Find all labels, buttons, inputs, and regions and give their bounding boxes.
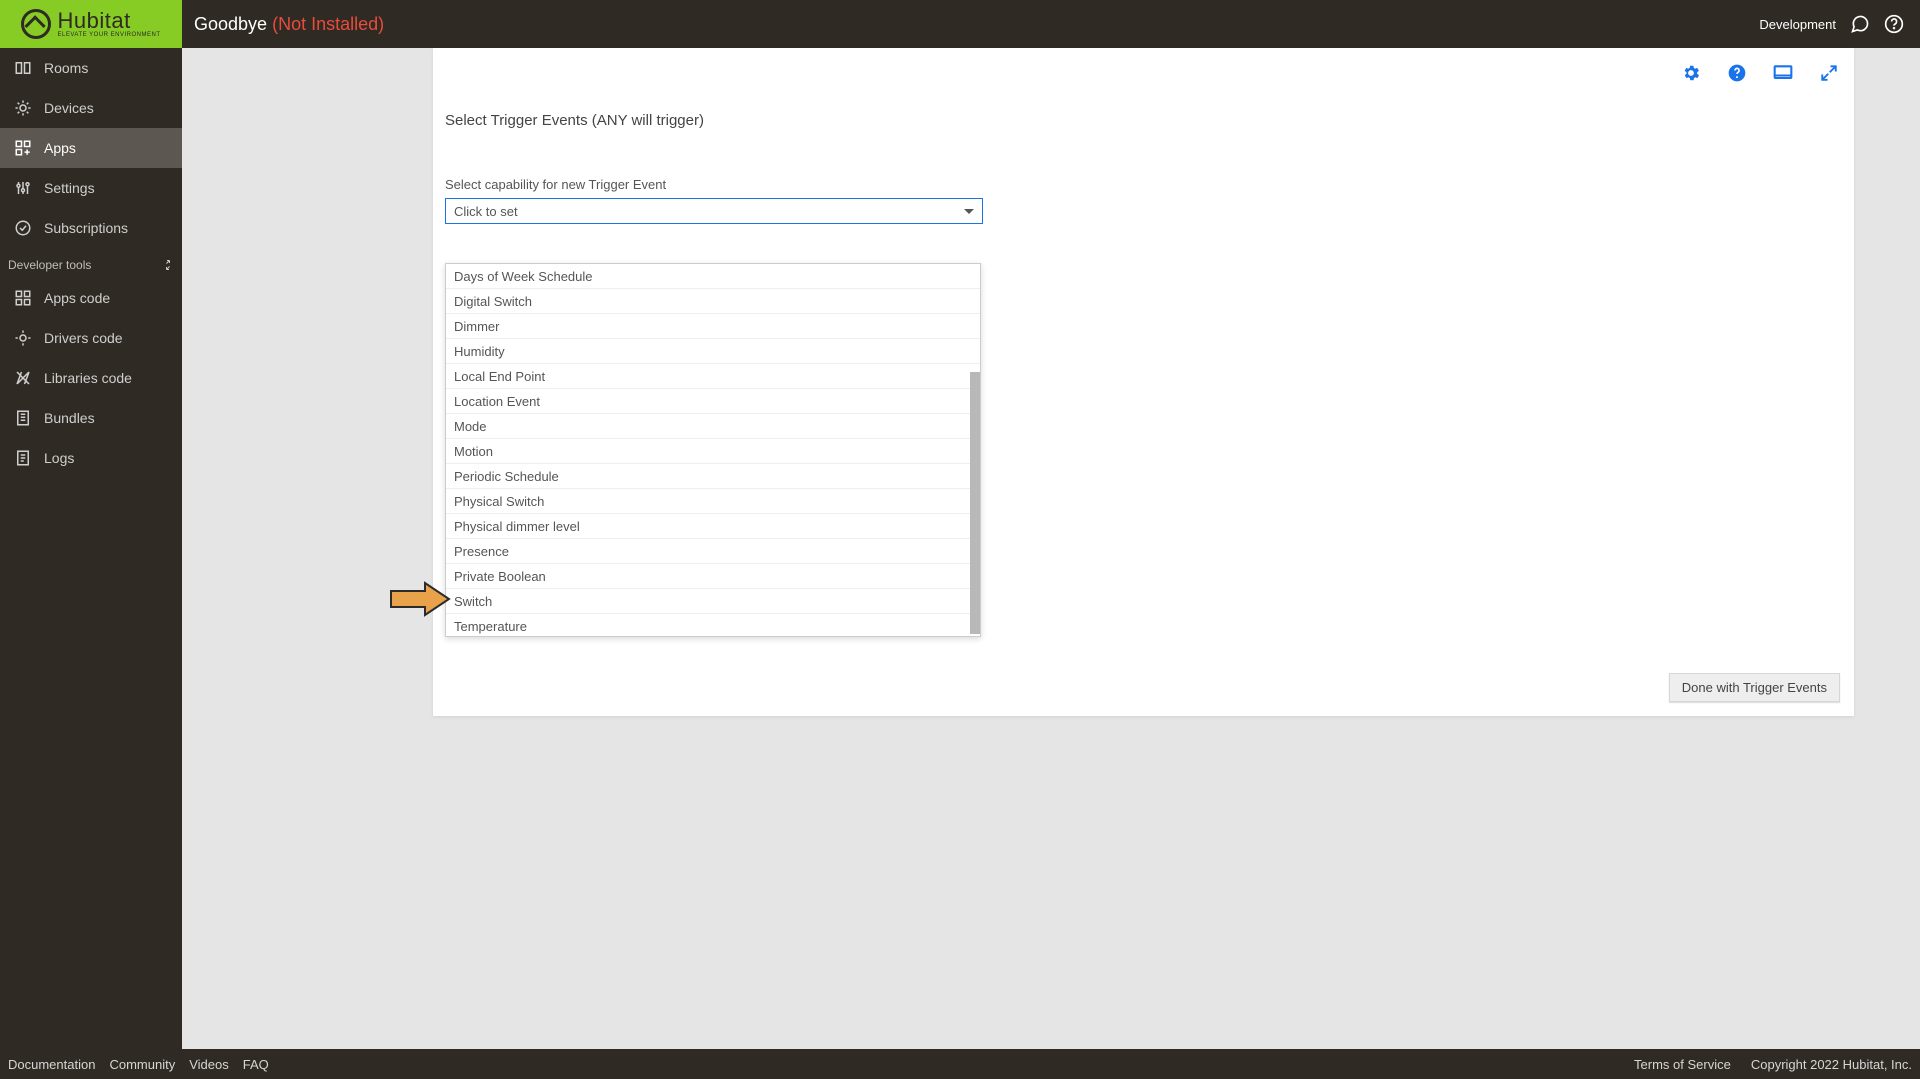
sidebar-item-label: Subscriptions: [44, 220, 128, 236]
dropdown-option[interactable]: Presence: [446, 539, 980, 564]
install-status: (Not Installed): [272, 14, 384, 34]
dropdown-option[interactable]: Switch: [446, 589, 980, 614]
sidebar-item-label: Drivers code: [44, 330, 123, 346]
dropdown-option[interactable]: Temperature: [446, 614, 980, 637]
devices-icon: [14, 99, 32, 117]
section-title: Select Trigger Events (ANY will trigger): [433, 48, 1854, 129]
footer-link[interactable]: FAQ: [243, 1057, 269, 1072]
footer-link[interactable]: Community: [109, 1057, 175, 1072]
footer-link[interactable]: Documentation: [8, 1057, 95, 1072]
sidebar-item-subscriptions[interactable]: Subscriptions: [0, 208, 182, 248]
dropdown-option[interactable]: Location Event: [446, 389, 980, 414]
sidebar-item-libraries-code[interactable]: Libraries code: [0, 358, 182, 398]
page-title: Goodbye (Not Installed): [194, 14, 384, 35]
apps-icon: [14, 139, 32, 157]
sidebar-item-label: Bundles: [44, 410, 95, 426]
sidebar-item-label: Libraries code: [44, 370, 132, 386]
dropdown-option[interactable]: Motion: [446, 439, 980, 464]
dropdown-option[interactable]: Periodic Schedule: [446, 464, 980, 489]
sidebar-item-label: Apps: [44, 140, 76, 156]
dropdown-option[interactable]: Physical Switch: [446, 489, 980, 514]
libraries-code-icon: [14, 369, 32, 387]
scrollbar-thumb[interactable]: [970, 372, 980, 634]
chat-icon[interactable]: [1850, 14, 1870, 34]
dropdown-option[interactable]: Private Boolean: [446, 564, 980, 589]
footer-copyright: Copyright 2022 Hubitat, Inc.: [1751, 1057, 1912, 1072]
main-content: Select Trigger Events (ANY will trigger)…: [182, 48, 1920, 1049]
annotation-arrow: [389, 581, 451, 617]
brand-logo[interactable]: Hubitat ELEVATE YOUR ENVIRONMENT: [0, 0, 182, 48]
gear-icon[interactable]: [1680, 62, 1702, 84]
dropdown-option[interactable]: Humidity: [446, 339, 980, 364]
dropdown-option[interactable]: Dimmer: [446, 314, 980, 339]
brand-name: Hubitat: [57, 10, 160, 32]
drivers-code-icon: [14, 329, 32, 347]
subscriptions-icon: [14, 219, 32, 237]
settings-icon: [14, 179, 32, 197]
hubitat-logo-icon: [21, 9, 51, 39]
expand-icon[interactable]: [1818, 62, 1840, 84]
capability-dropdown: Days of Week ScheduleDigital SwitchDimme…: [445, 263, 981, 637]
sidebar-item-label: Logs: [44, 450, 74, 466]
collapse-icon: [162, 259, 174, 271]
footer-link[interactable]: Videos: [189, 1057, 229, 1072]
sidebar-item-drivers-code[interactable]: Drivers code: [0, 318, 182, 358]
select-placeholder: Click to set: [454, 204, 518, 219]
help-icon[interactable]: [1884, 14, 1904, 34]
dropdown-option[interactable]: Mode: [446, 414, 980, 439]
dropdown-option[interactable]: Physical dimmer level: [446, 514, 980, 539]
sidebar: Rooms Devices Apps Settings Subscription…: [0, 48, 182, 1049]
topbar: Hubitat ELEVATE YOUR ENVIRONMENT Goodbye…: [0, 0, 1920, 48]
sidebar-item-label: Apps code: [44, 290, 110, 306]
dropdown-option[interactable]: Digital Switch: [446, 289, 980, 314]
rooms-icon: [14, 59, 32, 77]
sidebar-item-rooms[interactable]: Rooms: [0, 48, 182, 88]
dropdown-option[interactable]: Local End Point: [446, 364, 980, 389]
logs-icon: [14, 449, 32, 467]
field-label: Select capability for new Trigger Event: [433, 129, 1854, 198]
bundles-icon: [14, 409, 32, 427]
sidebar-item-bundles[interactable]: Bundles: [0, 398, 182, 438]
caret-down-icon: [964, 209, 974, 214]
sidebar-item-apps-code[interactable]: Apps code: [0, 278, 182, 318]
capability-select[interactable]: Click to set: [445, 198, 983, 224]
sidebar-item-label: Devices: [44, 100, 94, 116]
sidebar-item-label: Rooms: [44, 60, 88, 76]
footer: Documentation Community Videos FAQ Terms of…: [0, 1049, 1920, 1079]
apps-code-icon: [14, 289, 32, 307]
sidebar-item-apps[interactable]: Apps: [0, 128, 182, 168]
sidebar-item-settings[interactable]: Settings: [0, 168, 182, 208]
done-button[interactable]: Done with Trigger Events: [1669, 673, 1840, 702]
display-icon[interactable]: [1772, 62, 1794, 84]
development-label: Development: [1759, 17, 1836, 32]
sidebar-section-developer[interactable]: Developer tools: [0, 248, 182, 278]
sidebar-item-logs[interactable]: Logs: [0, 438, 182, 478]
footer-terms[interactable]: Terms of Service: [1634, 1057, 1731, 1072]
help-circle-icon[interactable]: [1726, 62, 1748, 84]
dropdown-option[interactable]: Days of Week Schedule: [446, 264, 980, 289]
brand-tagline: ELEVATE YOUR ENVIRONMENT: [57, 32, 160, 38]
sidebar-item-label: Settings: [44, 180, 95, 196]
sidebar-item-devices[interactable]: Devices: [0, 88, 182, 128]
